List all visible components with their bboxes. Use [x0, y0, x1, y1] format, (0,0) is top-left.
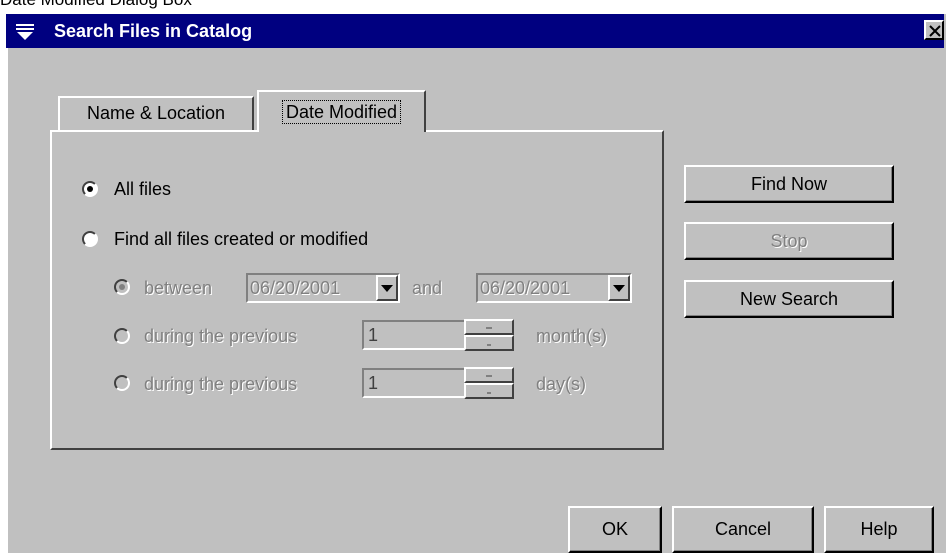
find-now-button[interactable]: Find Now [684, 165, 894, 203]
cancel-button[interactable]: Cancel [672, 506, 814, 553]
spin-down-icon [487, 344, 491, 346]
days-radio [114, 375, 130, 391]
days-spinner [464, 367, 514, 399]
days-unit: day(s) [536, 374, 587, 394]
to-date-dropdown-button [608, 275, 630, 301]
spin-up-button [464, 367, 514, 383]
months-radio [114, 328, 130, 344]
to-date-value: 06/20/2001 [480, 278, 571, 298]
close-button[interactable] [924, 20, 944, 40]
help-button[interactable]: Help [824, 506, 934, 553]
between-radio [114, 279, 130, 295]
tab-date-modified-label: Date Modified [281, 100, 402, 124]
close-icon [929, 25, 941, 37]
filter-icon [16, 24, 34, 40]
spin-down-icon [487, 392, 491, 394]
spin-up-icon [486, 327, 492, 329]
months-spinner [464, 319, 514, 351]
all-files-label[interactable]: All files [114, 178, 171, 200]
title-bar[interactable]: Search Files in Catalog [6, 14, 944, 48]
tab-name-location[interactable]: Name & Location [58, 96, 254, 130]
and-label: and [412, 278, 443, 298]
between-label: between [144, 278, 213, 298]
find-created-radio[interactable] [82, 231, 98, 247]
all-files-radio[interactable] [82, 181, 98, 197]
months-input: 1 [362, 320, 466, 350]
spin-down-button [464, 335, 514, 351]
window-title: Search Files in Catalog [54, 21, 253, 41]
find-created-label[interactable]: Find all files created or modified [114, 228, 368, 250]
to-date-combo: 06/20/2001 [476, 273, 632, 303]
from-date-combo: 06/20/2001 [246, 273, 400, 303]
spin-down-button [464, 383, 514, 399]
chevron-down-icon [613, 285, 625, 292]
figure-caption: Date Modified Dialog Box [0, 0, 192, 9]
from-date-value: 06/20/2001 [250, 278, 341, 298]
months-unit: month(s) [536, 326, 608, 346]
radio-dot [119, 284, 125, 290]
days-label: during the previous [144, 374, 298, 394]
new-search-button[interactable]: New Search [684, 280, 894, 318]
spin-up-button [464, 319, 514, 335]
ok-button[interactable]: OK [568, 506, 662, 553]
tab-date-modified[interactable]: Date Modified [257, 90, 426, 132]
spin-up-icon [486, 375, 492, 377]
radio-dot [87, 186, 93, 192]
days-input: 1 [362, 368, 466, 398]
chevron-down-icon [381, 285, 393, 292]
months-label: during the previous [144, 326, 298, 346]
stop-button[interactable]: Stop [684, 222, 894, 260]
from-date-dropdown-button [376, 275, 398, 301]
